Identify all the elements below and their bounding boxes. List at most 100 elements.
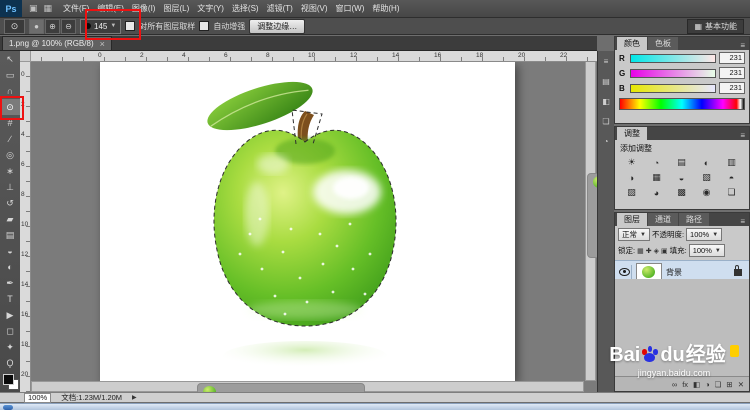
clone-stamp-tool[interactable]: ⊥	[0, 179, 20, 195]
tab-swatches[interactable]: 色板	[648, 37, 678, 50]
collapsed-panel-icon[interactable]: ▤	[598, 71, 614, 91]
tab-adjustments[interactable]: 调整	[617, 127, 647, 140]
layer-visibility-toggle[interactable]	[618, 265, 632, 279]
launch-bridge-icon[interactable]: ▣	[26, 3, 41, 14]
blur-tool[interactable]: ◒	[0, 243, 20, 259]
lock-icon[interactable]: ✚	[646, 247, 652, 255]
h-ruler-label: 10	[308, 52, 316, 59]
collapsed-panel-icon[interactable]: ◔	[598, 131, 614, 151]
blue-channel-value[interactable]: 231	[719, 82, 745, 94]
menu-item[interactable]: 文字(Y)	[193, 3, 228, 14]
adjustment-preset-icon[interactable]: ▤	[669, 155, 694, 170]
history-brush-tool[interactable]: ↺	[0, 195, 20, 211]
pen-tool[interactable]: ✒	[0, 275, 20, 291]
adjustment-preset-icon[interactable]: ◉	[694, 185, 719, 200]
gradient-tool[interactable]: ▤	[0, 227, 20, 243]
windows-taskbar[interactable]	[0, 403, 750, 410]
status-expand-icon[interactable]: ▶	[132, 394, 137, 401]
red-channel-slider[interactable]	[630, 53, 716, 63]
tab-channels[interactable]: 通道	[648, 213, 678, 226]
new-adjustment-layer-icon[interactable]: ◑	[705, 380, 710, 389]
green-channel-slider[interactable]	[630, 68, 716, 78]
active-tool-icon[interactable]: ⊙	[4, 18, 25, 34]
collapsed-panel-icon[interactable]: ❏	[598, 111, 614, 131]
new-group-icon[interactable]: ❏	[715, 380, 722, 389]
refine-edge-button[interactable]: 调整边缘…	[249, 18, 306, 34]
opacity-select[interactable]: 100% ▼	[686, 228, 723, 241]
horizontal-ruler[interactable]: 0 2 4 6 8 10 12 14 16 18 20 22	[20, 51, 597, 62]
lock-icon[interactable]: ◈	[654, 247, 659, 255]
adjustment-preset-icon[interactable]: ◓	[719, 170, 744, 185]
zoom-level-field[interactable]: 100%	[24, 392, 52, 403]
menu-item[interactable]: 视图(V)	[297, 3, 332, 14]
delete-layer-icon[interactable]: ✕	[738, 380, 744, 389]
collapsed-panel-icon[interactable]: ≡	[598, 51, 614, 71]
adjustment-preset-icon[interactable]: ◔	[644, 155, 669, 170]
new-layer-icon[interactable]: ⊞	[726, 380, 732, 389]
lock-icon[interactable]: ▦	[637, 247, 644, 255]
rectangular-marquee-tool[interactable]: ▭	[0, 67, 20, 83]
new-selection-mode-button[interactable]: ●	[29, 18, 44, 34]
eyedropper-tool[interactable]: ∕	[0, 131, 20, 147]
h-ruler-label: 2	[140, 52, 144, 59]
spot-healing-brush-tool[interactable]: ◎	[0, 147, 20, 163]
type-tool[interactable]: T	[0, 291, 20, 307]
tab-layers[interactable]: 图层	[617, 213, 647, 226]
adjustment-preset-icon[interactable]: ◐	[694, 155, 719, 170]
adjustment-preset-icon[interactable]: ▧	[694, 170, 719, 185]
brush-tool[interactable]: ∗	[0, 163, 20, 179]
path-selection-tool[interactable]: ▶	[0, 307, 20, 323]
red-channel-value[interactable]: 231	[719, 52, 745, 64]
adjustment-preset-icon[interactable]: ▦	[644, 170, 669, 185]
menu-item[interactable]: 滤镜(T)	[263, 3, 297, 14]
chevron-down-icon: ▼	[640, 231, 646, 238]
dodge-tool[interactable]: ◐	[0, 259, 20, 275]
adjustment-preset-icon[interactable]: ◕	[644, 185, 669, 200]
view-extras-icon[interactable]: ▦	[41, 3, 56, 14]
layer-style-icon[interactable]: fx	[682, 380, 688, 389]
foreground-color-swatch[interactable]	[3, 374, 14, 385]
add-layer-mask-icon[interactable]: ◧	[693, 380, 700, 389]
menu-item[interactable]: 图层(L)	[159, 3, 193, 14]
menu-item[interactable]: 窗口(W)	[332, 3, 369, 14]
auto-enhance-checkbox[interactable]	[199, 21, 210, 31]
panel-menu-icon[interactable]: ≡	[736, 41, 749, 50]
menu-item[interactable]: 帮助(H)	[368, 3, 403, 14]
zoom-tool[interactable]: Ϙ	[0, 355, 20, 371]
blue-channel-slider[interactable]	[630, 83, 716, 93]
adjustment-preset-icon[interactable]: ▩	[669, 185, 694, 200]
subtract-from-selection-mode-button[interactable]: ⊖	[61, 18, 76, 34]
eraser-tool[interactable]: ▰	[0, 211, 20, 227]
adjustment-preset-icon[interactable]: ◑	[619, 170, 644, 185]
fill-select[interactable]: 100% ▼	[688, 244, 725, 257]
collapsed-panel-icon[interactable]: ◧	[598, 91, 614, 111]
adjustment-preset-icon[interactable]: ☀	[619, 155, 644, 170]
add-to-selection-mode-button[interactable]: ⊕	[45, 18, 60, 34]
vertical-scrollbar[interactable]	[585, 61, 613, 381]
adjustment-preset-icon[interactable]: ◒	[669, 170, 694, 185]
add-adjustment-label: 添加调整	[620, 144, 652, 153]
adjustment-preset-icon[interactable]: ❏	[719, 185, 744, 200]
adjustment-preset-icon[interactable]: ▨	[619, 185, 644, 200]
tab-paths[interactable]: 路径	[679, 213, 709, 226]
shape-tool[interactable]: ◻	[0, 323, 20, 339]
close-icon[interactable]: ×	[100, 39, 105, 49]
h-ruler-label: 14	[392, 52, 400, 59]
ruler-origin-corner[interactable]	[20, 51, 31, 62]
link-layers-icon[interactable]: ∞	[672, 380, 677, 389]
move-tool[interactable]: ↖	[0, 51, 20, 67]
tab-color[interactable]: 颜色	[617, 37, 647, 50]
menu-item[interactable]: 选择(S)	[228, 3, 263, 14]
blend-mode-select[interactable]: 正常 ▼	[618, 228, 650, 241]
color-spectrum-ramp[interactable]	[619, 98, 745, 110]
panel-menu-icon[interactable]: ≡	[736, 217, 749, 226]
green-channel-value[interactable]: 231	[719, 67, 745, 79]
panel-menu-icon[interactable]: ≡	[736, 131, 749, 140]
hand-tool[interactable]: ✦	[0, 339, 20, 355]
lock-icon[interactable]: ▣	[661, 247, 668, 255]
horizontal-scrollbar[interactable]	[31, 381, 584, 402]
workspace-switcher-button[interactable]: ▦ 基本功能	[687, 18, 744, 34]
adjustment-preset-icon[interactable]: ▥	[719, 155, 744, 170]
photoshop-logo: Ps	[0, 0, 22, 17]
document-canvas[interactable]	[100, 62, 515, 382]
